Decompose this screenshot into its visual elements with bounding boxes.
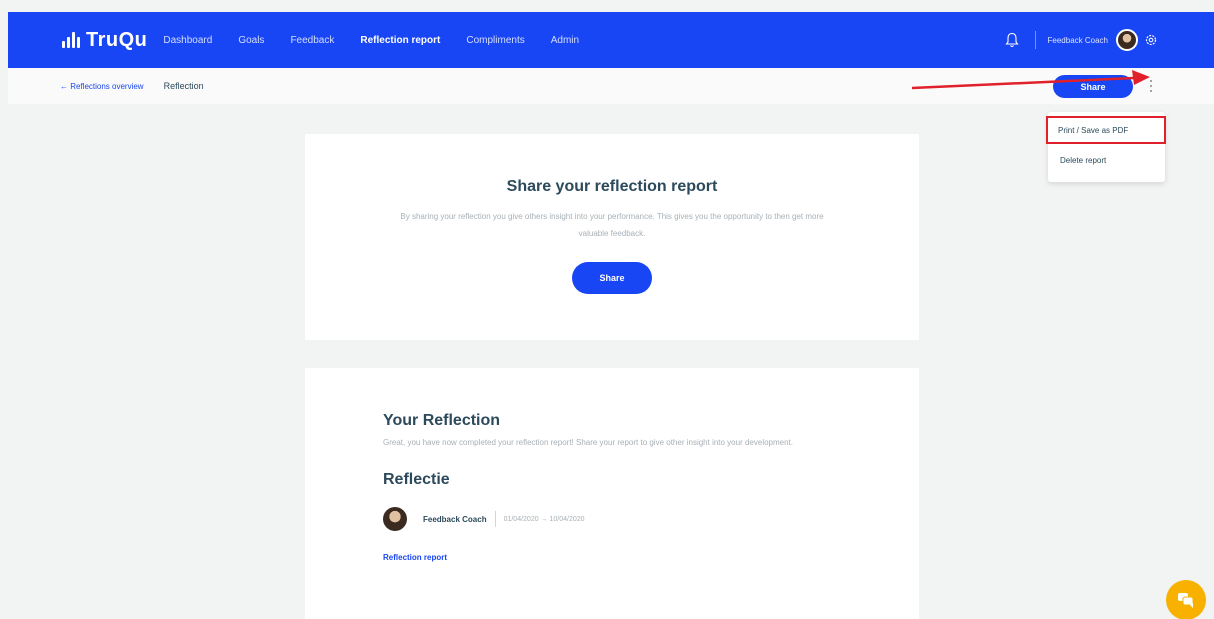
reflection-meta: Feedback Coach 01/04/2020 → 10/04/2020 <box>383 507 919 531</box>
share-button[interactable]: Share <box>572 262 652 294</box>
app-logo[interactable]: TruQu <box>62 29 147 52</box>
nav-dashboard[interactable]: Dashboard <box>163 35 212 46</box>
reflection-report-tag: Reflection report <box>383 553 448 562</box>
share-report-card: Share your reflection report By sharing … <box>305 134 919 340</box>
reflection-subtitle: Reflectie <box>383 471 450 488</box>
date-range: 01/04/2020 → 10/04/2020 <box>503 515 585 523</box>
reflection-description: Great, you have now completed your refle… <box>383 438 793 447</box>
user-name[interactable]: Feedback Coach <box>1048 36 1108 45</box>
user-avatar[interactable] <box>1116 29 1138 51</box>
chat-button[interactable] <box>1166 580 1206 619</box>
delete-report-option[interactable]: Delete report <box>1048 144 1165 176</box>
nav-feedback[interactable]: Feedback <box>290 35 334 46</box>
gear-icon[interactable] <box>1144 33 1158 47</box>
options-dropdown: Print / Save as PDF Delete report <box>1046 112 1166 182</box>
chat-icon <box>1178 593 1194 608</box>
nav-reflection-report[interactable]: Reflection report <box>360 35 440 46</box>
arrow-annotation <box>912 70 1150 90</box>
nav-goals[interactable]: Goals <box>238 35 264 46</box>
divider <box>494 511 496 527</box>
app-name: TruQu <box>86 28 148 51</box>
share-card-title: Share your reflection report <box>506 178 718 195</box>
breadcrumb-current: Reflection <box>163 81 204 91</box>
nav-admin[interactable]: Admin <box>551 35 579 46</box>
reflection-title: Your Reflection <box>383 412 501 429</box>
divider <box>1034 31 1036 49</box>
print-save-pdf-option[interactable]: Print / Save as PDF <box>1046 116 1166 144</box>
nav-compliments[interactable]: Compliments <box>466 35 524 46</box>
author-avatar <box>383 507 407 531</box>
share-card-description: By sharing your reflection you give othe… <box>400 212 824 238</box>
author-name: Feedback Coach <box>423 514 487 524</box>
top-navigation-bar: TruQu Dashboard Goals Feedback Reflectio… <box>8 12 1214 68</box>
user-area: Feedback Coach <box>1004 12 1158 68</box>
back-to-reflections-link[interactable]: ← Reflections overview <box>60 82 144 91</box>
bell-icon[interactable] <box>1004 32 1019 48</box>
reflection-card: Your Reflection Great, you have now comp… <box>305 368 919 619</box>
main-nav: Dashboard Goals Feedback Reflection repo… <box>163 35 605 46</box>
logo-icon <box>62 32 80 48</box>
